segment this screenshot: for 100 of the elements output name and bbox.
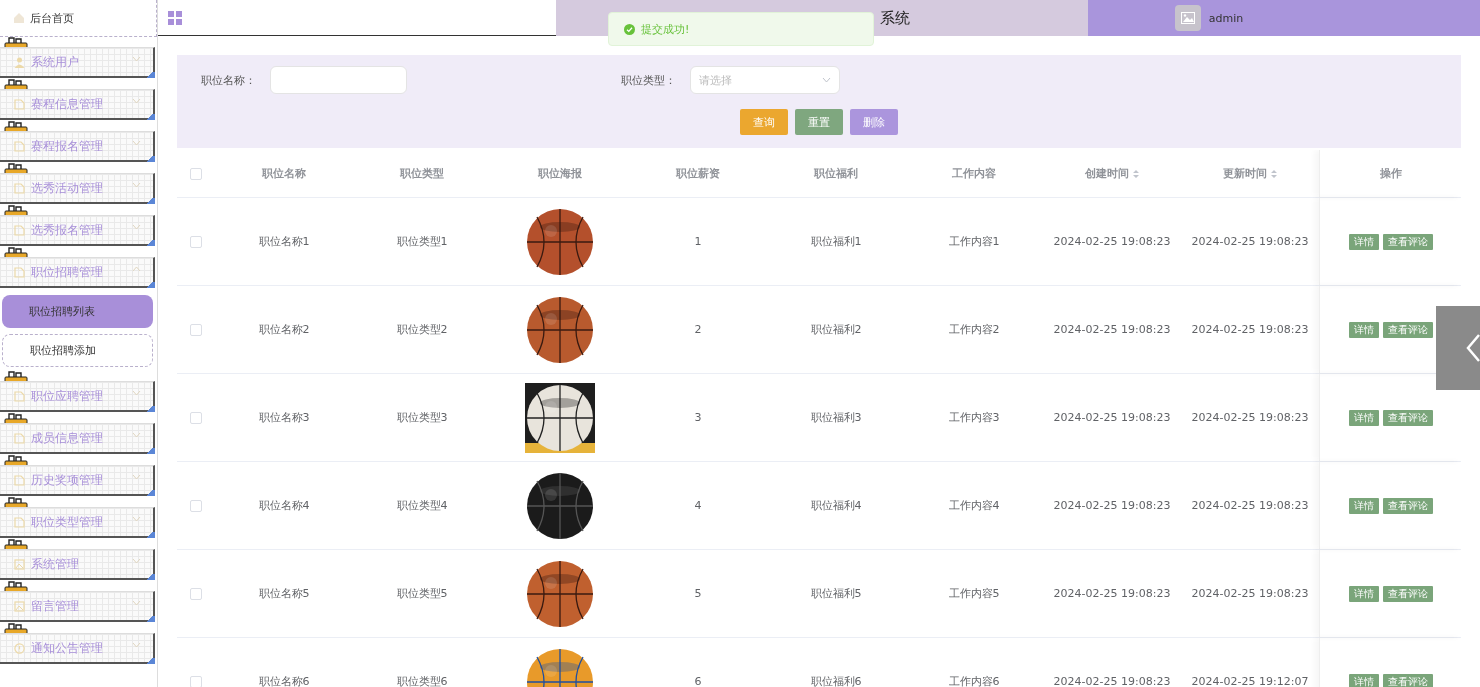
chevron-icon [132,224,141,230]
table-cell: 2024-02-25 19:08:23 [1053,323,1171,336]
sort-icon[interactable] [1271,168,1277,179]
menu-item[interactable]: 留言管理 [0,591,155,622]
menu-item[interactable]: 选秀活动管理 [0,173,155,204]
chevron-icon [132,140,141,146]
table-cell: 2024-02-25 19:08:23 [1053,499,1171,512]
checkbox[interactable] [190,675,202,687]
table-cell: 职位类型1 [396,235,448,248]
menu-item[interactable]: 职位招聘管理 [0,257,155,288]
table-cell: 职位类型6 [396,675,448,687]
table-cell: 2024-02-25 19:08:23 [1191,323,1309,336]
document-icon [14,266,25,278]
table-cell: 职位福利4 [810,499,862,512]
table-cell: 3 [694,411,702,424]
menu-item[interactable]: 职位应聘管理 [0,381,155,412]
menu-item[interactable]: 历史奖项管理 [0,465,155,496]
table-cell: 2024-02-25 19:08:23 [1191,235,1309,248]
table-cell: 职位名称3 [258,411,310,424]
details-button[interactable]: 详情 [1349,321,1379,338]
table-cell: 职位福利2 [810,323,862,336]
document-icon [14,432,25,444]
comments-button[interactable]: 查看评论 [1383,233,1433,250]
menu-label: 后台首页 [30,10,74,26]
details-button[interactable]: 详情 [1349,673,1379,687]
document-icon [14,224,25,236]
column-header: 操作 [1380,166,1402,181]
menu-item[interactable]: 选秀报名管理 [0,215,155,246]
table-cell: 2024-02-25 19:08:23 [1053,675,1171,687]
table-cell: 2024-02-25 19:12:07 [1191,675,1309,687]
input-field[interactable] [270,66,407,94]
table-cell: 职位类型2 [396,323,448,336]
delete-button[interactable]: 删除 [850,109,898,135]
checkbox[interactable] [190,499,202,512]
details-button[interactable]: 详情 [1349,233,1379,250]
chevron-icon [132,516,141,522]
menu-item[interactable]: 成员信息管理 [0,423,155,454]
info-icon [14,642,25,654]
column-header[interactable]: 创建时间 [1085,166,1139,181]
document-icon [14,516,25,528]
field-label: 职位类型： [621,72,676,88]
chevron-icon [132,432,141,438]
details-button[interactable]: 详情 [1349,409,1379,426]
field-label: 职位名称： [201,72,256,88]
menu-item[interactable]: 职位类型管理 [0,507,155,538]
menu-item[interactable]: 系统用户 [0,47,155,78]
reset-button[interactable]: 重置 [795,109,843,135]
comments-button[interactable]: 查看评论 [1383,409,1433,426]
details-button[interactable]: 详情 [1349,497,1379,514]
chevron-icon [132,474,141,480]
table-cell: 工作内容1 [948,235,1000,248]
sort-icon[interactable] [1133,168,1139,179]
comments-button[interactable]: 查看评论 [1383,497,1433,514]
checkbox[interactable] [190,411,202,424]
submenu-item[interactable]: 职位招聘添加 [2,334,153,367]
column-header: 职位类型 [400,166,444,181]
select-field[interactable]: 请选择 [690,66,840,94]
table-cell: 职位名称1 [258,235,310,248]
home-menu-item[interactable]: 后台首页 [0,0,157,37]
table-cell: 工作内容5 [948,587,1000,600]
search-button[interactable]: 查询 [740,109,788,135]
image-icon [14,600,25,612]
submenu-item[interactable]: 职位招聘列表 [2,295,153,328]
table-cell: 2024-02-25 19:08:23 [1053,411,1171,424]
caret-icon [822,77,831,83]
document-icon [14,390,25,402]
column-header: 职位名称 [262,166,306,181]
checkbox[interactable] [190,167,202,180]
table-cell: 职位福利6 [810,675,862,687]
checkbox[interactable] [190,235,202,248]
document-icon [14,140,25,152]
checkbox[interactable] [190,323,202,336]
menu-item[interactable]: 通知公告管理 [0,633,155,664]
user-name[interactable]: admin [1208,11,1244,25]
chevron-icon [132,558,141,564]
column-header[interactable]: 更新时间 [1223,166,1277,181]
comments-button[interactable]: 查看评论 [1383,585,1433,602]
menu-item[interactable]: 赛程信息管理 [0,89,155,120]
collapse-tab[interactable] [1436,306,1480,390]
menu-item[interactable]: 系统管理 [0,549,155,580]
table-cell: 2024-02-25 19:08:23 [1053,587,1171,600]
column-header: 职位福利 [814,166,858,181]
table-cell: 4 [694,499,702,512]
image-icon [14,558,25,570]
avatar-icon[interactable] [1174,5,1201,31]
table-cell: 2024-02-25 19:08:23 [1191,587,1309,600]
table-cell: 5 [694,587,702,600]
document-icon [14,474,25,486]
table-cell: 职位福利1 [810,235,862,248]
checkbox[interactable] [190,587,202,600]
chevron-icon [132,56,141,62]
chevron-icon [132,266,141,272]
comments-button[interactable]: 查看评论 [1383,673,1433,687]
comments-button[interactable]: 查看评论 [1383,321,1433,338]
chevron-icon [132,182,141,188]
details-button[interactable]: 详情 [1349,585,1379,602]
menu-item[interactable]: 赛程报名管理 [0,131,155,162]
grid-menu-icon[interactable] [168,10,182,25]
chevron-icon [132,642,141,648]
document-icon [14,98,25,110]
